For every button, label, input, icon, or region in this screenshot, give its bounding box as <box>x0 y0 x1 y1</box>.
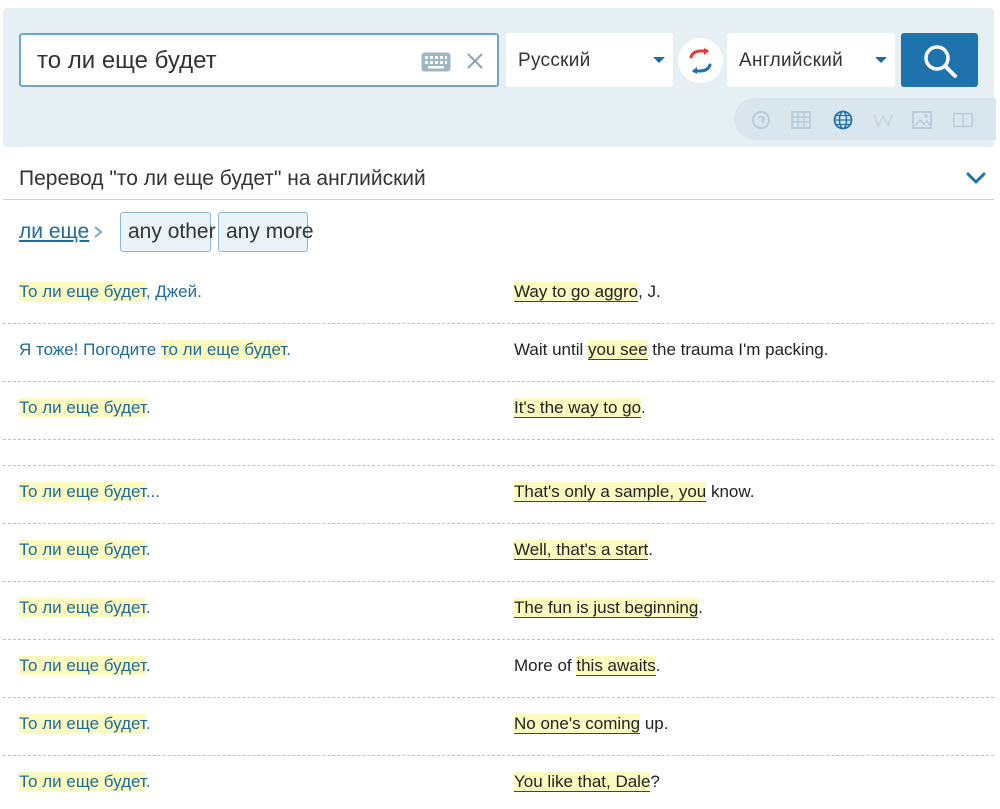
highlighted-phrase: То ли еще будет <box>19 540 146 559</box>
example-row <box>3 442 994 466</box>
swap-languages-button[interactable] <box>678 38 723 83</box>
book-icon[interactable] <box>953 110 973 130</box>
example-source-sentence: То ли еще будет. <box>19 540 151 560</box>
example-source-sentence: То ли еще будет. <box>19 598 151 618</box>
highlighted-phrase: Way to go aggro <box>514 282 639 302</box>
highlighted-phrase: The fun is just beginning <box>514 598 699 618</box>
highlighted-phrase: You like that, Dale <box>514 772 651 792</box>
target-language-select[interactable]: Английский <box>727 33 895 87</box>
example-row: То ли еще будет... That's only a sample, … <box>3 468 994 524</box>
image-icon[interactable] <box>912 110 932 130</box>
example-row: То ли еще будет, Джей. Way to go aggro, J… <box>3 268 994 324</box>
chevron-down-icon <box>875 57 887 63</box>
sentence-text: ... <box>145 482 160 501</box>
example-row: То ли еще будет. Well, that's a start. <box>3 526 994 582</box>
example-row: То ли еще будет. The fun is just beginnin… <box>3 584 994 640</box>
highlighted-phrase: It's the way to go <box>514 398 642 418</box>
source-filter-bar <box>734 98 996 140</box>
example-target-sentence: You like that, Dale? <box>514 772 660 792</box>
source-language-select[interactable]: Русский <box>506 33 673 87</box>
sentence-text: . <box>641 398 646 417</box>
highlighted-phrase: То ли еще будет <box>19 714 146 733</box>
example-target-sentence: No one's coming up. <box>514 714 668 734</box>
sentence-text: ? <box>650 772 660 791</box>
context-icon[interactable] <box>751 110 771 130</box>
example-source-sentence: То ли еще будет. <box>19 772 151 792</box>
translation-chip[interactable]: any other <box>120 212 216 252</box>
sentence-text: . <box>145 540 151 559</box>
sentence-text: , Джей. <box>145 282 202 301</box>
search-query-text[interactable]: то ли еще будет <box>37 47 217 75</box>
target-language-label: Английский <box>739 50 844 71</box>
example-source-sentence: То ли еще будет. <box>19 656 151 676</box>
sentence-text: . <box>145 656 151 675</box>
highlighted-phrase: Well, that's a start <box>514 540 649 560</box>
example-target-sentence: Way to go aggro, J. <box>514 282 661 302</box>
sentence-text: know. <box>706 482 755 501</box>
sentence-text: . <box>145 772 151 791</box>
highlighted-phrase: That's only a sample, you <box>514 482 707 502</box>
search-input[interactable]: то ли еще будет <box>19 33 499 87</box>
highlighted-phrase: То ли еще будет <box>19 772 146 791</box>
example-source-sentence: То ли еще будет. <box>19 398 151 418</box>
search-icon <box>924 45 957 78</box>
sentence-text: . <box>698 598 704 617</box>
sentence-text: . <box>145 398 151 417</box>
highlighted-phrase: No one's coming <box>514 714 641 734</box>
example-source-sentence: То ли еще будет, Джей. <box>19 282 202 302</box>
highlighted-phrase: то ли еще будет <box>160 340 287 359</box>
close-icon[interactable] <box>465 51 485 71</box>
chevron-right-icon <box>94 226 103 238</box>
example-target-sentence: It's the way to go. <box>514 398 646 418</box>
highlighted-phrase: То ли еще будет <box>19 598 146 617</box>
highlighted-phrase: То ли еще будет <box>19 282 146 301</box>
example-target-sentence: Wait until you see the trauma I'm packin… <box>514 340 828 360</box>
example-source-sentence: То ли еще будет. <box>19 714 151 734</box>
section-title: Перевод "то ли еще будет" на английский <box>19 167 426 190</box>
sentence-text: . <box>145 598 151 617</box>
example-target-sentence: The fun is just beginning. <box>514 598 703 618</box>
search-panel: то ли еще будет Русский Английский <box>3 8 996 147</box>
sentence-text: Wait until <box>514 340 589 359</box>
sentence-text: . <box>145 714 151 733</box>
highlighted-phrase: this awaits <box>576 656 656 676</box>
highlighted-phrase: you see <box>588 340 648 360</box>
example-row: То ли еще будет. It's the way to go. <box>3 384 994 440</box>
section-divider <box>3 199 994 200</box>
example-target-sentence: That's only a sample, you know. <box>514 482 754 502</box>
globe-icon[interactable] <box>833 110 853 130</box>
example-row: То ли еще будет. You like that, Dale? <box>3 758 994 809</box>
chevron-down-icon <box>653 57 665 63</box>
sentence-text: , J. <box>638 282 661 301</box>
table-icon[interactable] <box>791 110 811 130</box>
sentence-text: Я тоже! Погодите <box>19 340 161 359</box>
chevron-down-icon[interactable] <box>965 170 987 186</box>
wiki-icon[interactable] <box>873 110 893 130</box>
translation-chip[interactable]: any more <box>218 212 314 252</box>
keyboard-icon[interactable] <box>421 52 451 72</box>
example-row: Я тоже! Погодите то ли еще будет. Wait un… <box>3 326 994 382</box>
example-row: То ли еще будет. No one's coming up. <box>3 700 994 756</box>
source-language-label: Русский <box>518 50 591 71</box>
highlighted-phrase: То ли еще будет <box>19 398 146 417</box>
sentence-text: More of <box>514 656 577 675</box>
sentence-text: . <box>648 540 653 559</box>
example-target-sentence: Well, that's a start. <box>514 540 653 560</box>
example-target-sentence: More of this awaits. <box>514 656 660 676</box>
sentence-text: . <box>286 340 291 359</box>
phrase-link[interactable]: ли еще <box>19 220 89 244</box>
example-source-sentence: Я тоже! Погодите то ли еще будет. <box>19 340 291 360</box>
highlighted-phrase: То ли еще будет <box>19 482 146 501</box>
sentence-text: up. <box>640 714 669 733</box>
example-row: То ли еще будет. More of this awaits. <box>3 642 994 698</box>
swap-arrows-icon <box>689 48 712 74</box>
sentence-text: . <box>655 656 661 675</box>
example-source-sentence: То ли еще будет... <box>19 482 160 502</box>
highlighted-phrase: То ли еще будет <box>19 656 146 675</box>
search-button[interactable] <box>901 33 978 87</box>
sentence-text: the trauma I'm packing. <box>647 340 829 359</box>
